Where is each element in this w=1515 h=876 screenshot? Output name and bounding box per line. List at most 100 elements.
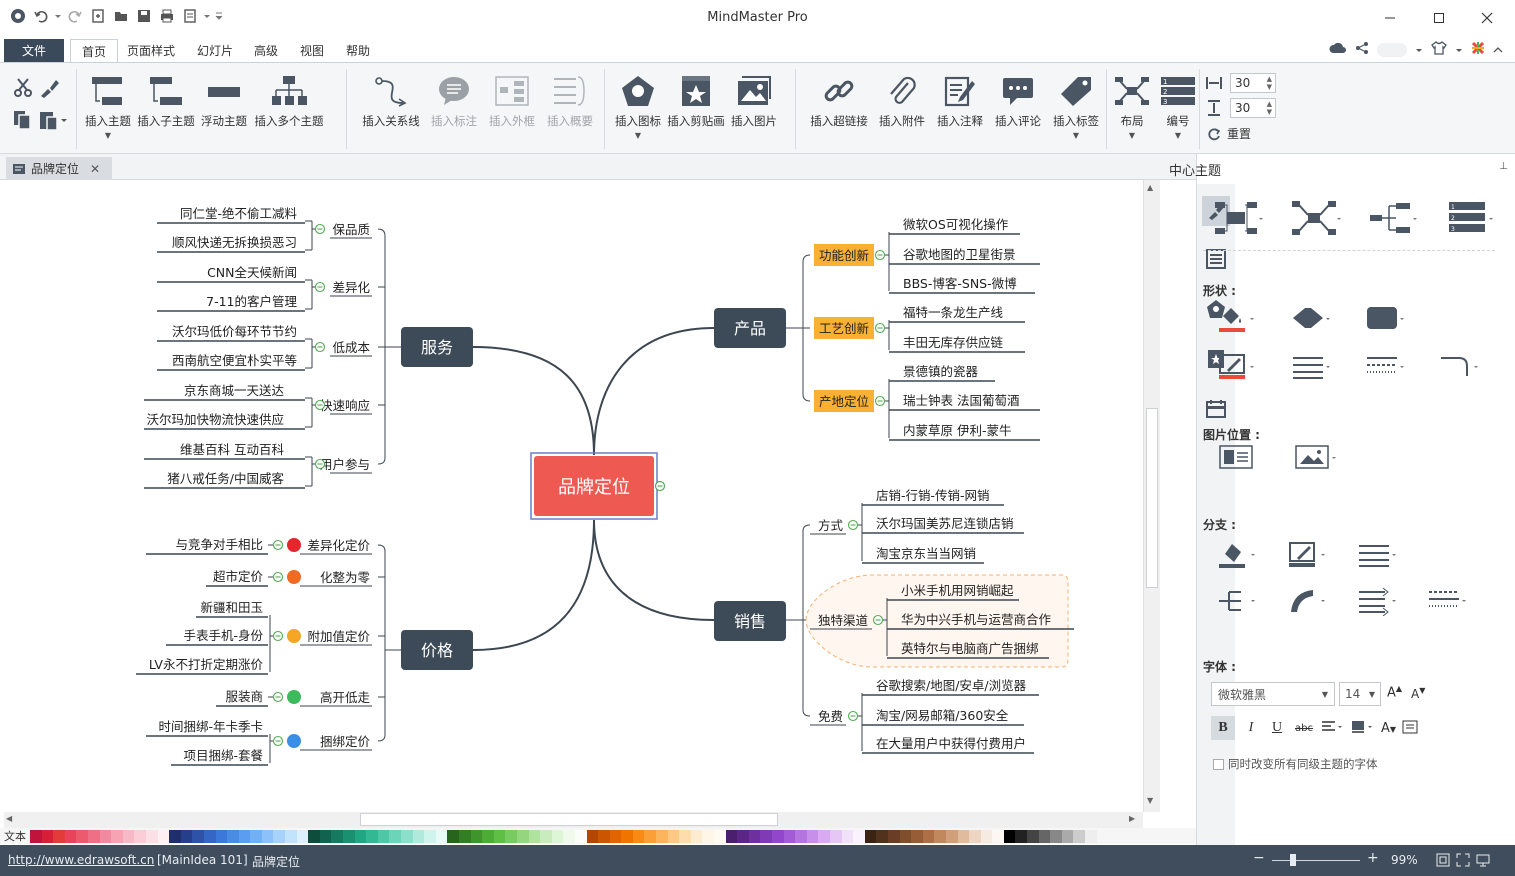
color-swatch[interactable] <box>215 829 228 843</box>
color-swatch[interactable] <box>354 829 367 843</box>
color-swatch[interactable] <box>551 829 564 843</box>
decrease-font-icon[interactable]: A▼ <box>1411 686 1425 701</box>
color-swatch[interactable] <box>76 829 88 843</box>
tab-view[interactable]: 视图 <box>290 39 334 62</box>
tab-slideshow[interactable]: 幻灯片 <box>190 39 240 62</box>
branch-fill-icon[interactable] <box>1217 540 1257 573</box>
tab-help[interactable]: 帮助 <box>336 39 380 62</box>
color-swatch[interactable] <box>563 829 575 843</box>
underline-button[interactable]: U <box>1267 720 1287 736</box>
price-leaf[interactable]: 服装商 <box>216 689 268 707</box>
color-swatch[interactable] <box>609 829 622 843</box>
insert-hyperlink-button[interactable]: 插入超链接 <box>806 67 872 151</box>
color-swatch[interactable] <box>748 829 761 843</box>
share-icon[interactable] <box>1355 41 1369 58</box>
text-box-icon[interactable] <box>1402 720 1418 737</box>
color-swatch[interactable] <box>319 829 332 843</box>
structure-tree-icon[interactable] <box>1369 198 1419 241</box>
price-item[interactable]: 捆绑定价5 <box>291 734 372 751</box>
product-item[interactable]: 工艺创新 <box>814 317 874 339</box>
topic-sales[interactable]: 销售 <box>714 601 786 641</box>
apps-icon[interactable] <box>1471 41 1485 58</box>
color-swatch[interactable] <box>41 829 54 843</box>
italic-button[interactable]: I <box>1241 720 1261 736</box>
service-leaf[interactable]: 同仁堂-绝不偷工减料 <box>157 206 305 224</box>
text-highlight-icon[interactable] <box>1351 720 1375 737</box>
product-item[interactable]: 功能创新 <box>814 244 874 266</box>
sales-leaf[interactable]: 淘宝京东当当网销 <box>862 546 984 564</box>
paste-icon[interactable] <box>38 109 68 134</box>
shape-style-icon[interactable] <box>1291 304 1331 337</box>
color-swatch[interactable] <box>30 829 42 843</box>
color-swatch[interactable] <box>377 829 390 843</box>
product-item[interactable]: 产地定位 <box>814 390 874 412</box>
slides-icon[interactable] <box>1204 397 1228 421</box>
branch-arrow-icon[interactable] <box>1357 586 1397 619</box>
floating-topic-button[interactable]: 浮动主题 <box>196 67 252 151</box>
color-swatch[interactable] <box>1073 829 1086 843</box>
scroll-up-icon[interactable]: ▲ <box>1147 183 1157 193</box>
tab-page-style[interactable]: 页面样式 <box>120 39 182 62</box>
price-item[interactable]: 化整为零2 <box>291 570 372 587</box>
color-swatch[interactable] <box>818 829 830 843</box>
numbering-button[interactable]: 1 2 3 编号 ▼ <box>1156 67 1200 151</box>
service-item[interactable]: 用户参与 <box>320 457 372 474</box>
color-swatch[interactable] <box>447 829 459 843</box>
color-swatch[interactable] <box>621 829 633 843</box>
color-swatch[interactable] <box>841 829 854 843</box>
color-swatch[interactable] <box>122 829 135 843</box>
color-swatch[interactable] <box>945 829 958 843</box>
color-swatch[interactable] <box>134 829 146 843</box>
reset-button[interactable]: 重置 <box>1207 125 1251 142</box>
color-swatch[interactable] <box>887 829 900 843</box>
color-swatch[interactable] <box>667 829 680 843</box>
color-swatch[interactable] <box>458 829 471 843</box>
close-window-button[interactable] <box>1474 6 1500 30</box>
sales-leaf[interactable]: 小米手机用网销崛起 <box>887 583 1019 601</box>
color-swatch[interactable] <box>331 829 344 843</box>
sales-leaf[interactable]: 沃尔玛国美苏尼连锁店销 <box>862 516 1024 534</box>
insert-icon-button[interactable]: 插入图标 ▼ <box>610 67 666 151</box>
branch-dash-icon[interactable] <box>1427 586 1467 619</box>
service-leaf[interactable]: 维基百科 互动百科 <box>144 442 305 460</box>
color-swatch[interactable] <box>795 829 807 843</box>
collapse-ribbon-icon[interactable] <box>1493 43 1503 57</box>
bold-button[interactable]: B <box>1211 716 1235 740</box>
insert-multiple-topics-button[interactable]: 插入多个主题 <box>254 67 324 151</box>
color-swatch[interactable] <box>180 829 193 843</box>
topic-price[interactable]: 价格 <box>401 630 473 670</box>
color-swatch[interactable] <box>969 829 981 843</box>
pin-icon[interactable]: ⊥ <box>1499 161 1508 172</box>
scroll-left-icon[interactable]: ◀ <box>6 814 12 823</box>
zoom-out-icon[interactable]: − <box>1253 850 1265 866</box>
service-leaf[interactable]: 沃尔玛加快物流快速供应 <box>144 412 305 430</box>
format-painter-icon[interactable] <box>38 77 60 102</box>
color-swatch[interactable] <box>516 829 529 843</box>
insert-boundary-button[interactable]: 插入外框 <box>484 67 540 151</box>
sales-leaf[interactable]: 英特尔与电脑商广告捆绑 <box>887 641 1049 659</box>
color-swatch[interactable] <box>656 829 668 843</box>
price-leaf[interactable]: 时间捆绑-年卡季卡 <box>146 719 268 737</box>
branch-line-color-icon[interactable] <box>1287 540 1327 573</box>
color-swatch[interactable] <box>401 829 413 843</box>
product-leaf[interactable]: 内蒙草原 伊利-蒙牛 <box>889 423 1040 441</box>
color-swatch[interactable] <box>679 829 691 843</box>
insert-attachment-button[interactable]: 插入附件 <box>874 67 930 151</box>
zoom-slider-thumb[interactable] <box>1290 854 1296 866</box>
product-leaf[interactable]: 微软OS可视化操作 <box>889 217 1020 235</box>
color-swatch[interactable] <box>829 829 842 843</box>
color-swatch[interactable] <box>99 829 112 843</box>
document-tab[interactable]: 品牌定位 ✕ <box>6 157 112 180</box>
color-swatch[interactable] <box>296 829 309 843</box>
insert-summary-button[interactable]: 插入概要 <box>542 67 598 151</box>
price-item[interactable]: 差异化定价1 <box>291 538 372 555</box>
color-swatch[interactable] <box>343 829 355 843</box>
branch-connector-icon[interactable] <box>1217 586 1257 619</box>
service-item[interactable]: 保品质 <box>330 222 372 239</box>
color-swatch[interactable] <box>1003 829 1016 843</box>
color-swatch[interactable] <box>227 829 239 843</box>
color-swatch[interactable] <box>64 829 77 843</box>
color-swatch[interactable] <box>482 829 494 843</box>
price-item[interactable]: 高开低走4 <box>291 690 372 707</box>
branch-curve-icon[interactable] <box>1287 586 1327 619</box>
